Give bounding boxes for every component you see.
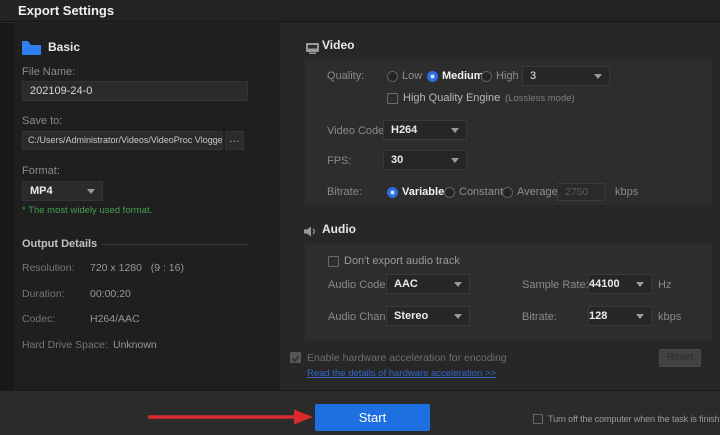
audio-channel-select[interactable]: Stereo bbox=[386, 306, 470, 326]
chevron-down-icon bbox=[454, 313, 462, 319]
video-codec-select[interactable]: H264 bbox=[383, 120, 467, 140]
chevron-down-icon bbox=[454, 281, 462, 287]
format-value: MP4 bbox=[30, 185, 53, 197]
reset-button[interactable]: Reset bbox=[659, 349, 701, 367]
video-bitrate-unit: kbps bbox=[615, 186, 639, 198]
dont-export-audio-checkbox[interactable] bbox=[328, 256, 339, 267]
format-select[interactable]: MP4 bbox=[22, 181, 103, 201]
left-edge-strip bbox=[0, 23, 14, 390]
sample-rate-select[interactable]: 44100 bbox=[588, 274, 652, 294]
folder-icon bbox=[22, 41, 41, 60]
quality-radio-medium[interactable] bbox=[427, 71, 438, 82]
hardware-accel-link[interactable]: Read the details of hardware acceleratio… bbox=[307, 368, 496, 379]
quality-low-label: Low bbox=[402, 70, 423, 82]
bitrate-radio-average[interactable] bbox=[502, 187, 513, 198]
sample-rate-label: Sample Rate: bbox=[522, 279, 589, 291]
quality-radio-low[interactable] bbox=[387, 71, 398, 82]
audio-bitrate-select[interactable]: 128 bbox=[588, 306, 652, 326]
hardware-accel-checkbox[interactable] bbox=[290, 352, 301, 363]
shutdown-label: Turn off the computer when the task is f… bbox=[548, 414, 720, 424]
fps-label: FPS: bbox=[327, 155, 352, 167]
chevron-down-icon bbox=[636, 313, 644, 319]
title-bar: Export Settings bbox=[0, 0, 720, 22]
video-bitrate-label: Bitrate: bbox=[327, 186, 362, 198]
resolution-value: 720 x 1280 (9 : 16) bbox=[90, 262, 184, 274]
audio-bitrate-label: Bitrate: bbox=[522, 311, 557, 323]
quality-label: Quality: bbox=[327, 70, 365, 82]
audio-codec-value: AAC bbox=[394, 278, 418, 290]
quality-high-label: High bbox=[496, 70, 519, 82]
file-name-label: File Name: bbox=[22, 66, 76, 78]
quality-level-value: 3 bbox=[530, 70, 537, 82]
audio-bitrate-value: 128 bbox=[589, 310, 608, 322]
format-note: * The most widely used format. bbox=[22, 205, 153, 216]
hardware-accel-label: Enable hardware acceleration for encodin… bbox=[307, 352, 507, 364]
duration-label: Duration: bbox=[22, 288, 65, 300]
bitrate-constant-label: Constant bbox=[459, 186, 504, 198]
quality-medium-label: Medium bbox=[442, 70, 484, 82]
bitrate-variable-label: Variable bbox=[402, 186, 445, 198]
quality-level-select[interactable]: 3 bbox=[522, 66, 610, 86]
shutdown-checkbox[interactable] bbox=[533, 414, 543, 424]
quality-radio-high[interactable] bbox=[481, 71, 492, 82]
hq-engine-label: High Quality Engine bbox=[403, 92, 501, 104]
output-details-title: Output Details bbox=[22, 238, 98, 250]
video-codec-value: H264 bbox=[391, 124, 418, 136]
save-to-label: Save to: bbox=[22, 115, 63, 127]
video-bitrate-input[interactable]: 2750 bbox=[557, 183, 605, 201]
fps-select[interactable]: 30 bbox=[383, 150, 467, 170]
hq-engine-note: (Lossless mode) bbox=[505, 93, 575, 104]
audio-bitrate-unit: kbps bbox=[658, 311, 682, 323]
resolution-label: Resolution: bbox=[22, 262, 75, 274]
start-button[interactable]: Start bbox=[315, 404, 430, 431]
bitrate-radio-variable[interactable] bbox=[387, 187, 398, 198]
sample-rate-unit: Hz bbox=[658, 279, 672, 291]
codec-value: H264/AAC bbox=[90, 313, 140, 325]
audio-section-title: Audio bbox=[322, 222, 356, 236]
bitrate-average-label: Average bbox=[517, 186, 558, 198]
page-title: Export Settings bbox=[18, 3, 115, 18]
chevron-down-icon bbox=[451, 157, 459, 163]
basic-section-title: Basic bbox=[48, 40, 81, 54]
bitrate-radio-constant[interactable] bbox=[444, 187, 455, 198]
chevron-down-icon bbox=[636, 281, 644, 287]
export-settings-window: Export Settings Basic File Name: 202109-… bbox=[0, 0, 720, 435]
sample-rate-value: 44100 bbox=[589, 278, 620, 290]
audio-codec-label: Audio Codec: bbox=[328, 279, 395, 291]
output-details-divider bbox=[102, 244, 248, 245]
chevron-down-icon bbox=[87, 188, 95, 194]
hq-engine-checkbox[interactable] bbox=[387, 93, 398, 104]
dont-export-audio-label: Don't export audio track bbox=[344, 255, 460, 267]
codec-label: Codec: bbox=[22, 313, 56, 325]
chevron-down-icon bbox=[594, 73, 602, 79]
audio-codec-select[interactable]: AAC bbox=[386, 274, 470, 294]
audio-channel-value: Stereo bbox=[394, 310, 429, 322]
audio-icon bbox=[304, 224, 317, 242]
video-section-title: Video bbox=[322, 38, 355, 52]
file-name-input[interactable]: 202109-24-0 bbox=[22, 81, 248, 101]
browse-button[interactable]: … bbox=[225, 131, 244, 150]
red-arrow-annotation bbox=[148, 408, 314, 431]
duration-value: 00:00:20 bbox=[90, 288, 131, 300]
hard-drive-space-value: Unknown bbox=[113, 339, 157, 351]
save-to-input[interactable]: C:/Users/Administrator/Videos/VideoProc … bbox=[22, 131, 223, 150]
video-icon bbox=[306, 41, 319, 59]
fps-value: 30 bbox=[391, 154, 404, 166]
format-label: Format: bbox=[22, 165, 60, 177]
hard-drive-space-label: Hard Drive Space: bbox=[22, 339, 108, 351]
chevron-down-icon bbox=[451, 127, 459, 133]
